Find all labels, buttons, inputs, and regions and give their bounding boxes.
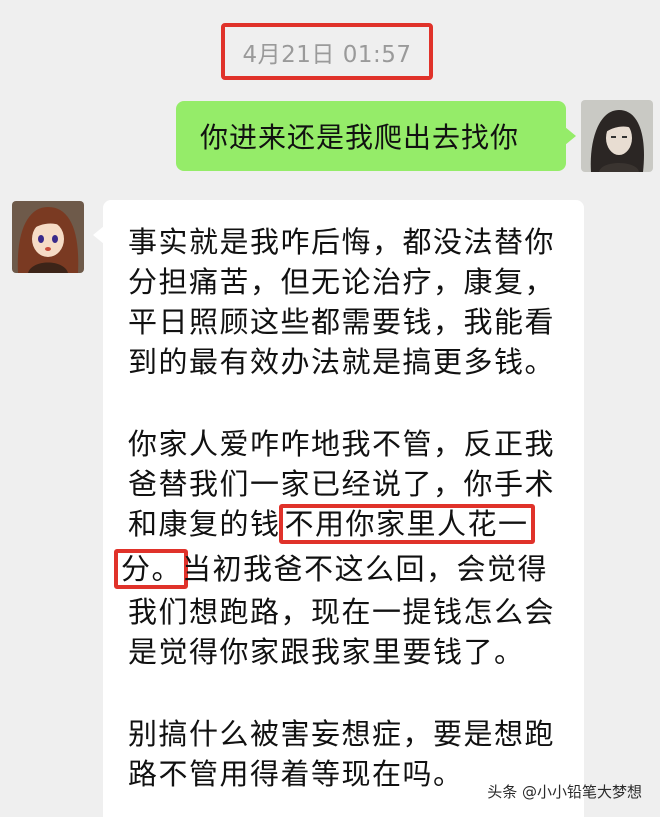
line-7-plain: 和康复的钱 [128, 507, 281, 541]
message-line-10: 是觉得你家跟我家里要钱了。 [128, 635, 525, 669]
timestamp-highlight: 4月21日 01:57 [221, 23, 433, 80]
avatar-dark-hair-icon [581, 100, 653, 172]
source-watermark: 头条 @小小铅笔大梦想 [487, 783, 642, 801]
message-timestamp: 4月21日 01:57 [242, 41, 412, 68]
message-line-7: 和康复的钱 不用你家里人花一 [128, 504, 535, 544]
message-line-2: 分担痛苦，但无论治疗，康复， [128, 265, 556, 299]
received-bubble-tail [93, 226, 104, 244]
message-line-6: 爸替我们一家已经说了，你手术 [128, 467, 556, 501]
message-line-3: 平日照顾这些都需要钱，我能看 [128, 305, 556, 339]
message-line-12: 路不管用得着等现在吗。 [128, 757, 464, 791]
message-line-8: 分。当初我爸不这么回，会觉得 [114, 549, 549, 589]
message-line-4: 到的最有效办法就是搞更多钱。 [128, 345, 556, 379]
highlight-fen-phrase: 分。 [114, 549, 189, 589]
sent-message-text: 你进来还是我爬出去找你 [200, 121, 520, 154]
my-avatar[interactable] [581, 100, 653, 172]
received-message-bubble[interactable]: 事实就是我咋后悔，都没法替你 分担痛苦，但无论治疗，康复， 平日照顾这些都需要钱… [93, 200, 584, 817]
message-line-9: 我们想跑路，现在一提钱怎么会 [128, 595, 556, 629]
line-8-plain: 当初我爸不这么回，会觉得 [182, 552, 549, 586]
sent-bubble-tail [565, 127, 576, 145]
message-line-1: 事实就是我咋后悔，都没法替你 [128, 225, 556, 259]
contact-avatar[interactable] [12, 201, 84, 273]
message-line-11: 别搞什么被害妄想症，要是想跑 [128, 717, 556, 751]
highlight-no-cost-phrase: 不用你家里人花一 [278, 504, 535, 544]
message-line-5: 你家人爱咋咋地我不管，反正我 [128, 427, 556, 461]
avatar-anime-girl-icon [12, 201, 84, 273]
sent-message-bubble[interactable]: 你进来还是我爬出去找你 [176, 101, 576, 171]
